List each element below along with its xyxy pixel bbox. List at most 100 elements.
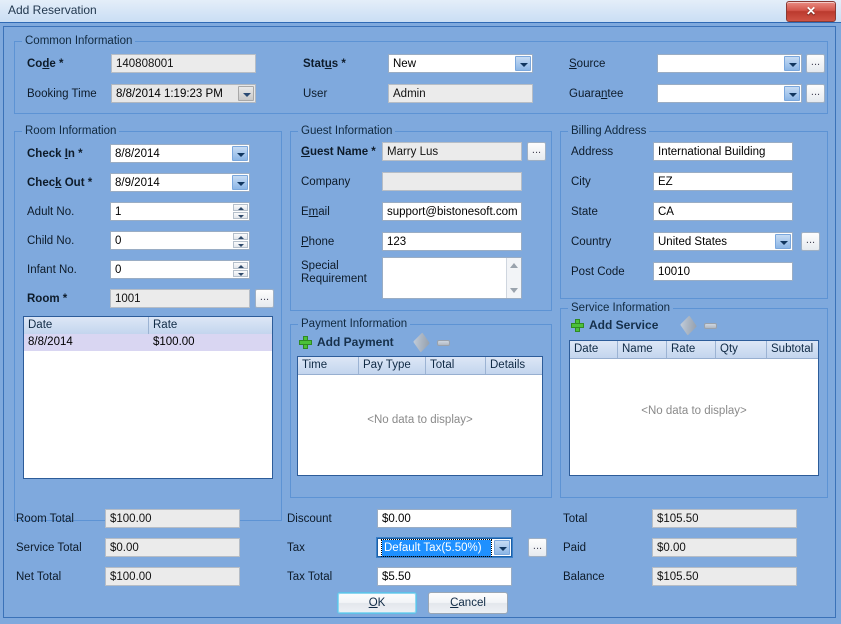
stepper-up-icon[interactable] — [233, 233, 248, 240]
tax-total-label: Tax Total — [287, 571, 332, 583]
remove-minus-icon[interactable] — [437, 340, 450, 346]
chevron-down-icon[interactable] — [232, 175, 248, 190]
city-field[interactable]: EZ — [653, 172, 793, 191]
remove-minus-icon[interactable] — [704, 323, 717, 329]
source-dropdown[interactable] — [657, 54, 802, 73]
stepper-buttons[interactable] — [233, 204, 248, 219]
state-label: State — [571, 206, 598, 218]
add-payment-button[interactable]: Add Payment — [317, 335, 394, 349]
window-title: Add Reservation — [8, 3, 97, 17]
stepper-down-icon[interactable] — [233, 212, 248, 219]
room-rate-cell-rate: $100.00 — [149, 334, 272, 351]
chevron-down-icon[interactable] — [232, 146, 248, 161]
infant-no-stepper[interactable]: 0 — [110, 260, 250, 279]
post-code-field[interactable]: 10010 — [653, 262, 793, 281]
country-dropdown[interactable]: United States — [653, 232, 793, 251]
service-col-qty[interactable]: Qty — [716, 341, 767, 358]
service-col-date[interactable]: Date — [570, 341, 618, 358]
address-field[interactable]: International Building — [653, 142, 793, 161]
tax-total-field[interactable]: $5.50 — [377, 567, 512, 586]
room-rate-col-rate[interactable]: Rate — [149, 317, 272, 334]
source-browse-button[interactable]: ... — [806, 54, 825, 73]
service-col-name[interactable]: Name — [618, 341, 667, 358]
payment-col-details[interactable]: Details — [486, 357, 542, 374]
stepper-up-icon[interactable] — [233, 262, 248, 269]
close-icon[interactable]: ✕ — [786, 1, 836, 22]
discount-field[interactable]: $0.00 — [377, 509, 512, 528]
service-grid-empty-message: <No data to display> — [570, 405, 818, 417]
plus-icon[interactable] — [299, 336, 312, 349]
service-grid[interactable]: Date Name Rate Qty Subtotal <No data to … — [569, 340, 819, 476]
country-browse-button[interactable]: ... — [801, 232, 820, 251]
infant-no-label: Infant No. — [27, 264, 77, 276]
child-no-value: 0 — [115, 233, 121, 249]
guest-name-browse-button[interactable]: ... — [527, 142, 546, 161]
company-field[interactable] — [382, 172, 522, 191]
country-label: Country — [571, 236, 611, 248]
guest-name-field[interactable]: Marry Lus — [382, 142, 522, 161]
code-label: Code * — [27, 58, 63, 70]
guest-information-group: Guest Information Guest Name * Marry Lus… — [290, 131, 552, 311]
common-information-group: Common Information Code * 140808001 Book… — [14, 41, 828, 114]
room-rate-cell-date: 8/8/2014 — [24, 334, 149, 351]
tax-dropdown[interactable]: Default Tax(5.50%) — [377, 538, 512, 557]
guarantee-dropdown[interactable] — [657, 84, 802, 103]
special-requirement-label-line2: Requirement — [301, 273, 367, 285]
stepper-buttons[interactable] — [233, 262, 248, 277]
phone-field[interactable]: 123 — [382, 232, 522, 251]
add-service-button[interactable]: Add Service — [589, 318, 658, 332]
room-rate-grid[interactable]: Date Rate 8/8/2014 $100.00 — [23, 316, 273, 479]
room-browse-button[interactable]: ... — [255, 289, 274, 308]
chevron-down-icon[interactable] — [238, 86, 254, 101]
payment-col-pay-type[interactable]: Pay Type — [359, 357, 426, 374]
chevron-down-icon[interactable] — [775, 234, 791, 249]
service-information-title: Service Information — [568, 302, 673, 314]
cancel-button[interactable]: Cancel — [428, 592, 508, 614]
booking-time-picker[interactable]: 8/8/2014 1:19:23 PM — [111, 84, 256, 103]
stepper-buttons[interactable] — [233, 233, 248, 248]
guarantee-browse-button[interactable]: ... — [806, 84, 825, 103]
room-rate-col-date[interactable]: Date — [24, 317, 149, 334]
check-out-picker[interactable]: 8/9/2014 — [110, 173, 250, 192]
ok-button[interactable]: OK — [337, 592, 417, 614]
service-col-rate[interactable]: Rate — [667, 341, 716, 358]
payment-col-time[interactable]: Time — [298, 357, 359, 374]
total-field: $105.50 — [652, 509, 797, 528]
adult-no-stepper[interactable]: 1 — [110, 202, 250, 221]
chevron-down-icon[interactable] — [784, 56, 800, 71]
payment-grid[interactable]: Time Pay Type Total Details <No data to … — [297, 356, 543, 476]
scrollbar[interactable] — [506, 258, 521, 298]
scroll-up-icon[interactable] — [510, 263, 518, 268]
state-field[interactable]: CA — [653, 202, 793, 221]
stepper-up-icon[interactable] — [233, 204, 248, 211]
chevron-down-icon[interactable] — [515, 56, 531, 71]
status-dropdown[interactable]: New — [388, 54, 533, 73]
tax-browse-button[interactable]: ... — [528, 538, 547, 557]
booking-time-value: 8/8/2014 1:19:23 PM — [116, 86, 235, 102]
check-in-picker[interactable]: 8/8/2014 — [110, 144, 250, 163]
service-information-group: Service Information Add Service Date Nam… — [560, 308, 828, 498]
plus-icon[interactable] — [571, 319, 584, 332]
status-value: New — [393, 56, 512, 72]
special-requirement-textarea[interactable] — [382, 257, 522, 299]
stepper-down-icon[interactable] — [233, 241, 248, 248]
edit-pencil-icon[interactable] — [680, 315, 697, 335]
edit-pencil-icon[interactable] — [413, 332, 430, 352]
child-no-stepper[interactable]: 0 — [110, 231, 250, 250]
stepper-down-icon[interactable] — [233, 270, 248, 277]
room-total-field: $100.00 — [105, 509, 240, 528]
add-payment-toolbar: Add Payment — [299, 335, 449, 351]
common-information-title: Common Information — [22, 35, 135, 47]
add-service-toolbar: Add Service — [571, 318, 731, 334]
chevron-down-icon[interactable] — [494, 540, 510, 555]
service-col-subtotal[interactable]: Subtotal — [767, 341, 818, 358]
chevron-down-icon[interactable] — [784, 86, 800, 101]
net-total-label: Net Total — [16, 571, 61, 583]
scroll-down-icon[interactable] — [510, 288, 518, 293]
payment-col-total[interactable]: Total — [426, 357, 486, 374]
email-field[interactable]: support@bistonesoft.com — [382, 202, 522, 221]
table-row[interactable]: 8/8/2014 $100.00 — [24, 334, 272, 352]
billing-address-title: Billing Address — [568, 125, 649, 137]
billing-address-group: Billing Address Address International Bu… — [560, 131, 828, 299]
user-field: Admin — [388, 84, 533, 103]
